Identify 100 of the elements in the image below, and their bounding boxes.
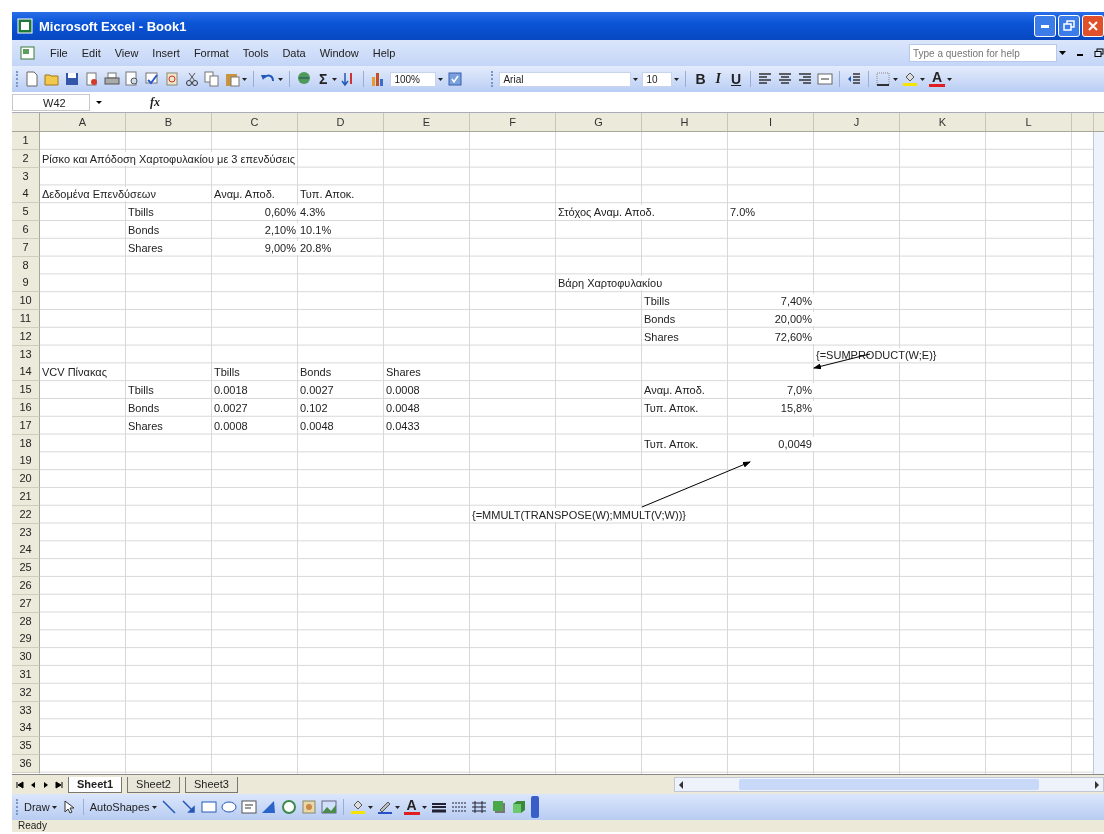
scrollbar-thumb[interactable] — [739, 779, 1039, 790]
document-icon[interactable] — [24, 71, 40, 87]
row-header[interactable]: 30 — [12, 648, 40, 667]
menu-item[interactable]: Edit — [81, 47, 101, 59]
bold-button[interactable]: B — [692, 71, 709, 87]
printer-icon[interactable] — [104, 71, 120, 87]
column-header[interactable]: L — [986, 113, 1072, 131]
caret-icon[interactable] — [421, 805, 427, 809]
menu-item[interactable]: Window — [319, 47, 359, 59]
column-header[interactable]: G — [556, 113, 642, 131]
copy-icon[interactable] — [204, 71, 220, 87]
toolbar-options-button[interactable] — [530, 796, 539, 818]
caret-icon[interactable] — [332, 77, 338, 81]
row-header[interactable]: 14 — [12, 363, 40, 382]
restore-icon[interactable] — [1094, 48, 1104, 58]
row-header[interactable]: 20 — [12, 470, 40, 489]
caret-icon[interactable] — [920, 77, 926, 81]
align-right-icon[interactable] — [797, 71, 814, 87]
column-header[interactable]: B — [126, 113, 212, 131]
restore-button[interactable] — [1058, 15, 1080, 37]
caret-icon[interactable] — [633, 77, 639, 81]
shadow-icon[interactable] — [490, 799, 507, 815]
help-field[interactable]: Type a question for help — [909, 44, 1057, 62]
draw-menu-button[interactable]: Draw — [24, 801, 50, 813]
autoshapes-menu-button[interactable]: AutoShapes — [89, 801, 150, 813]
menu-item[interactable]: Tools — [242, 47, 269, 59]
zoom-field[interactable]: 100% — [390, 71, 437, 87]
sheet-tab[interactable]: Sheet1 — [68, 776, 123, 793]
align-center-icon[interactable] — [777, 71, 794, 87]
font-size-field[interactable]: 10 — [642, 71, 673, 87]
menu-item[interactable]: View — [114, 47, 139, 59]
cube-icon[interactable] — [510, 799, 527, 815]
left-arrow-icon[interactable] — [678, 780, 684, 789]
caret-icon[interactable] — [151, 805, 157, 809]
sheet-tab[interactable]: Sheet3 — [184, 776, 238, 793]
sheet-tab[interactable]: Sheet2 — [127, 776, 180, 793]
row-header[interactable]: 15 — [12, 381, 40, 400]
fill-bucket-icon[interactable] — [349, 799, 366, 815]
arrow-icon[interactable] — [180, 799, 197, 815]
last-sheet-icon[interactable] — [55, 780, 63, 789]
rectangle-icon[interactable] — [200, 799, 217, 815]
row-header[interactable]: 4 — [12, 185, 40, 204]
caret-icon[interactable] — [674, 77, 680, 81]
merge-icon[interactable] — [817, 71, 834, 87]
caret-icon[interactable] — [278, 77, 283, 81]
close-button[interactable] — [1082, 15, 1104, 37]
row-header[interactable]: 35 — [12, 737, 40, 756]
column-header[interactable]: J — [814, 113, 900, 131]
caret-icon[interactable] — [242, 77, 247, 81]
horizontal-scrollbar[interactable] — [674, 777, 1104, 792]
column-header[interactable]: C — [212, 113, 298, 131]
indent-icon[interactable] — [846, 71, 863, 87]
oval-icon[interactable] — [220, 799, 237, 815]
row-header[interactable]: 25 — [12, 559, 40, 578]
caret-icon[interactable] — [394, 805, 400, 809]
row-header[interactable]: 9 — [12, 274, 40, 293]
spelling-icon[interactable] — [144, 71, 160, 87]
font-field[interactable]: Arial — [499, 71, 632, 87]
image-icon[interactable] — [320, 799, 337, 815]
align-left-icon[interactable] — [757, 71, 774, 87]
row-header[interactable]: 24 — [12, 541, 40, 560]
menu-item[interactable]: Format — [193, 47, 229, 59]
borders-icon[interactable] — [875, 71, 892, 87]
font-color-button[interactable]: A — [403, 799, 420, 815]
pen-icon[interactable] — [376, 799, 393, 815]
right-arrow-icon[interactable] — [1094, 780, 1100, 789]
column-header[interactable]: E — [384, 113, 470, 131]
column-header[interactable]: H — [642, 113, 728, 131]
first-sheet-icon[interactable] — [16, 780, 24, 789]
caret-icon[interactable] — [438, 77, 444, 81]
fill-bucket-icon[interactable] — [902, 71, 919, 87]
menu-item[interactable]: Help — [372, 47, 396, 59]
row-header[interactable]: 34 — [12, 719, 40, 738]
name-box[interactable]: W42 — [12, 93, 90, 111]
insert-function-button[interactable]: fx — [110, 94, 200, 110]
autosum-button[interactable]: Σ — [316, 71, 331, 87]
cut-icon[interactable] — [184, 71, 200, 87]
row-header[interactable]: 19 — [12, 452, 40, 471]
caret-icon[interactable] — [947, 77, 953, 81]
row-header[interactable]: 10 — [12, 292, 40, 311]
row-header[interactable]: 29 — [12, 630, 40, 649]
caret-icon[interactable] — [1059, 51, 1066, 55]
caret-icon[interactable] — [893, 77, 899, 81]
prev-sheet-icon[interactable] — [29, 780, 37, 789]
preview-icon[interactable] — [124, 71, 140, 87]
menu-item[interactable]: Insert — [152, 47, 180, 59]
caret-icon[interactable] — [51, 805, 57, 809]
column-header[interactable]: D — [298, 113, 384, 131]
menu-item[interactable]: File — [50, 47, 68, 59]
row-header[interactable]: 1 — [12, 132, 40, 150]
column-header[interactable]: I — [728, 113, 814, 131]
column-header[interactable]: A — [40, 113, 126, 131]
font-color-button[interactable]: A — [929, 71, 946, 87]
spreadsheet-icon[interactable] — [20, 45, 36, 61]
line-icon[interactable] — [160, 799, 177, 815]
next-sheet-icon[interactable] — [42, 780, 50, 789]
caret-icon[interactable] — [367, 805, 373, 809]
row-header[interactable]: 5 — [12, 203, 40, 222]
column-header[interactable]: F — [470, 113, 556, 131]
vertical-scrollbar[interactable] — [1093, 132, 1104, 774]
